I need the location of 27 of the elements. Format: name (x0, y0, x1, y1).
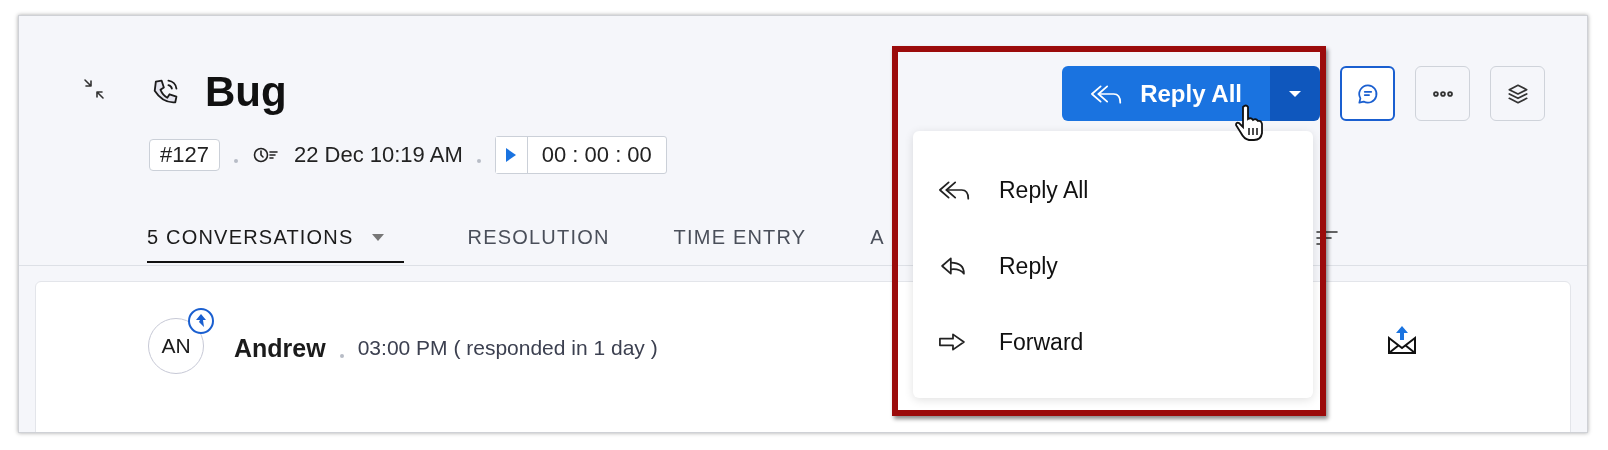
collapse-icon[interactable] (81, 76, 107, 102)
caret-icon (1288, 89, 1302, 98)
menu-item[interactable]: Reply All (913, 167, 1313, 213)
play-button[interactable] (495, 137, 528, 173)
caret-icon[interactable] (371, 234, 384, 241)
tab[interactable]: 5 CONVERSATIONS (147, 226, 404, 263)
tab[interactable]: TIME ENTRY (673, 226, 807, 263)
envelope-icon[interactable] (1386, 324, 1418, 356)
menu-item[interactable]: Forward (913, 319, 1313, 365)
filter-icon[interactable] (1315, 230, 1339, 246)
layers-button[interactable] (1490, 66, 1545, 121)
more-icon (1432, 90, 1453, 97)
message-time: 03:00 PM ( responded in 1 day ) (357, 336, 658, 360)
menu-item[interactable]: Reply (913, 243, 1313, 289)
dropdown-button[interactable] (1270, 66, 1320, 121)
ticket-id: #127 (149, 139, 220, 171)
outgoing-badge-icon (187, 307, 215, 335)
tab[interactable]: A (870, 226, 885, 263)
chat-button[interactable] (1340, 66, 1395, 121)
ticket-title: Bug (205, 68, 287, 116)
created-time: 22 Dec 10:19 AM (293, 142, 463, 168)
tab[interactable]: RESOLUTION (467, 226, 610, 263)
play-icon (505, 147, 518, 163)
timer-field[interactable]: 00 : 00 : 00 (494, 136, 667, 174)
more-button[interactable] (1415, 66, 1470, 121)
sender-name: Andrew (234, 334, 326, 363)
reply-all-button[interactable]: Reply All (1062, 66, 1270, 121)
